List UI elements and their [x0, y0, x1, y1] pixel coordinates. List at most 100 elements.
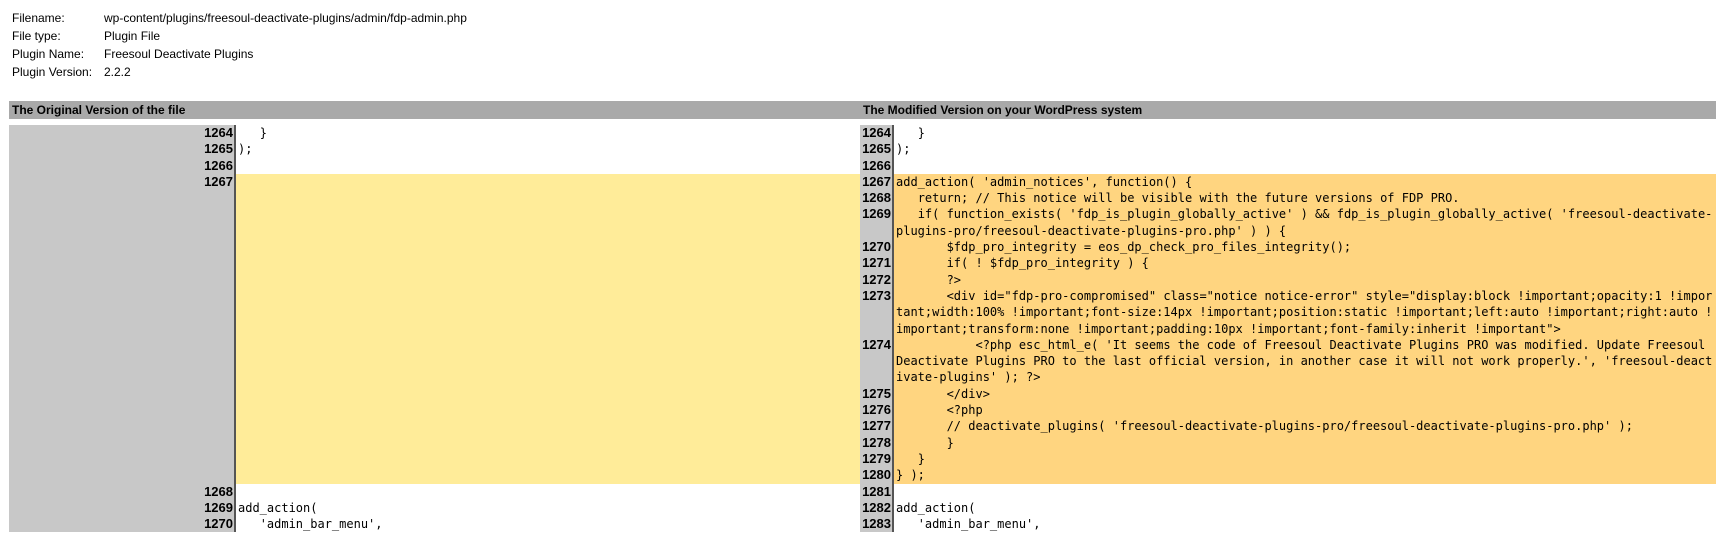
- right-line-number: 1281: [860, 483, 894, 500]
- left-line-code: add_action(: [236, 499, 860, 517]
- right-line-code: add_action( 'admin_notices', function() …: [894, 173, 1716, 191]
- right-line-number: 1276: [860, 402, 894, 419]
- left-line-code: [236, 173, 860, 484]
- modified-code-column: 1264 } 1265); 1266 1267 add_action( 'admin_n…: [860, 125, 1716, 533]
- right-code-line: 1277 // deactivate_plugins( 'freesoul-de…: [860, 418, 1716, 435]
- left-code-line: 1264 }: [9, 125, 860, 142]
- right-line-number: 1280: [860, 467, 894, 484]
- right-line-code: return; // This notice will be visible w…: [894, 190, 1716, 207]
- right-line-number: 1267: [860, 173, 894, 191]
- diff-columns: 1264 } 1265); 1266 1267 1268 1269 add_action(1…: [9, 125, 1716, 533]
- left-code-line: 1266: [9, 157, 860, 174]
- meta-pluginname-row: Plugin Name: Freesoul Deactivate Plugins: [12, 45, 467, 63]
- diff-header-bar: The Original Version of the file The Mod…: [9, 101, 1716, 119]
- right-line-number: 1270: [860, 239, 894, 256]
- right-code-line: 1275 </div>: [860, 385, 1716, 403]
- right-line-code: <?php esc_html_e( 'It seems the code of …: [894, 336, 1716, 386]
- left-line-code: [236, 483, 860, 500]
- right-code-line: 1265);: [860, 141, 1716, 158]
- right-code-line: 1264 }: [860, 125, 1716, 142]
- right-line-number: 1278: [860, 434, 894, 451]
- right-code-line: 1279 }: [860, 450, 1716, 468]
- right-line-code: }: [894, 125, 1716, 142]
- meta-pluginversion-value: 2.2.2: [104, 65, 131, 79]
- diff-view: The Original Version of the file The Mod…: [9, 101, 1716, 533]
- left-code-line: 1268: [9, 483, 860, 500]
- right-code-line: 1281: [860, 483, 1716, 500]
- left-line-number: 1270: [9, 516, 236, 533]
- right-line-code: } );: [894, 467, 1716, 484]
- right-line-number: 1265: [860, 141, 894, 158]
- left-line-code: }: [236, 125, 860, 142]
- meta-pluginversion-row: Plugin Version: 2.2.2: [12, 63, 467, 81]
- meta-filetype-row: File type: Plugin File: [12, 27, 467, 45]
- meta-filename-label: Filename:: [12, 11, 65, 25]
- right-code-line: 1278 }: [860, 434, 1716, 451]
- right-line-number: 1271: [860, 255, 894, 272]
- right-line-code: }: [894, 434, 1716, 451]
- meta-filename-value: wp-content/plugins/freesoul-deactivate-p…: [104, 11, 467, 25]
- right-line-number: 1273: [860, 287, 894, 337]
- left-line-code: [236, 157, 860, 174]
- right-line-number: 1266: [860, 157, 894, 174]
- meta-filetype-value: Plugin File: [104, 29, 161, 43]
- left-line-code: 'admin_bar_menu',: [236, 516, 860, 533]
- meta-pluginversion-label: Plugin Version:: [12, 65, 93, 79]
- right-line-number: 1272: [860, 271, 894, 288]
- right-code-line: 1266: [860, 157, 1716, 174]
- left-line-number: 1266: [9, 157, 236, 174]
- right-line-number: 1283: [860, 516, 894, 533]
- right-line-code: 'admin_bar_menu',: [894, 516, 1716, 533]
- right-line-code: [894, 483, 1716, 500]
- right-line-number: 1264: [860, 125, 894, 142]
- meta-filename-row: Filename: wp-content/plugins/freesoul-de…: [12, 9, 467, 27]
- right-line-code: if( function_exists( 'fdp_is_plugin_glob…: [894, 206, 1716, 240]
- right-code-line: 1274 <?php esc_html_e( 'It seems the cod…: [860, 336, 1716, 386]
- file-meta: Filename: wp-content/plugins/freesoul-de…: [12, 9, 467, 81]
- right-code-line: 1283 'admin_bar_menu',: [860, 516, 1716, 533]
- right-line-code: ?>: [894, 271, 1716, 288]
- right-line-code: <?php: [894, 402, 1716, 419]
- right-line-code: }: [894, 450, 1716, 468]
- right-line-number: 1275: [860, 385, 894, 403]
- right-code-line: 1282 add_action(: [860, 499, 1716, 517]
- left-code-line: 1267: [9, 173, 860, 484]
- right-code-line: 1271 if( ! $fdp_pro_integrity ) {: [860, 255, 1716, 272]
- left-line-number: 1264: [9, 125, 236, 142]
- right-code-line: 1267 add_action( 'admin_notices', functio…: [860, 173, 1716, 191]
- right-line-code: [894, 157, 1716, 174]
- meta-filetype-label: File type:: [12, 29, 61, 43]
- right-line-code: add_action(: [894, 499, 1716, 517]
- right-code-line: 1273 <div id="fdp-pro-compromised" class…: [860, 287, 1716, 337]
- right-code-line: 1276 <?php: [860, 402, 1716, 419]
- right-code-line: 1268 return; // This notice will be visi…: [860, 190, 1716, 207]
- left-code-line: 1265);: [9, 141, 860, 158]
- right-line-number: 1269: [860, 206, 894, 240]
- left-line-number: 1269: [9, 499, 236, 517]
- meta-pluginname-value: Freesoul Deactivate Plugins: [104, 47, 254, 61]
- original-code-column: 1264 } 1265); 1266 1267 1268 1269 add_action(1…: [9, 125, 860, 533]
- right-code-line: 1269 if( function_exists( 'fdp_is_plugin…: [860, 206, 1716, 240]
- right-code-line: 1280} );: [860, 467, 1716, 484]
- right-line-code: );: [894, 141, 1716, 158]
- right-line-number: 1268: [860, 190, 894, 207]
- left-code-line: 1269 add_action(: [9, 499, 860, 517]
- left-line-code: );: [236, 141, 860, 158]
- right-code-line: 1272 ?>: [860, 271, 1716, 288]
- right-line-code: </div>: [894, 385, 1716, 403]
- original-version-heading: The Original Version of the file: [12, 103, 186, 117]
- right-line-number: 1282: [860, 499, 894, 517]
- left-line-number: 1265: [9, 141, 236, 158]
- right-line-number: 1274: [860, 336, 894, 386]
- left-code-line: 1270 'admin_bar_menu',: [9, 516, 860, 533]
- right-line-code: // deactivate_plugins( 'freesoul-deactiv…: [894, 418, 1716, 435]
- right-line-number: 1279: [860, 450, 894, 468]
- right-line-number: 1277: [860, 418, 894, 435]
- left-line-number: 1267: [9, 173, 236, 484]
- right-line-code: $fdp_pro_integrity = eos_dp_check_pro_fi…: [894, 239, 1716, 256]
- right-line-code: <div id="fdp-pro-compromised" class="not…: [894, 287, 1716, 337]
- meta-pluginname-label: Plugin Name:: [12, 47, 85, 61]
- right-code-line: 1270 $fdp_pro_integrity = eos_dp_check_p…: [860, 239, 1716, 256]
- modified-version-heading: The Modified Version on your WordPress s…: [863, 103, 1143, 117]
- left-line-number: 1268: [9, 483, 236, 500]
